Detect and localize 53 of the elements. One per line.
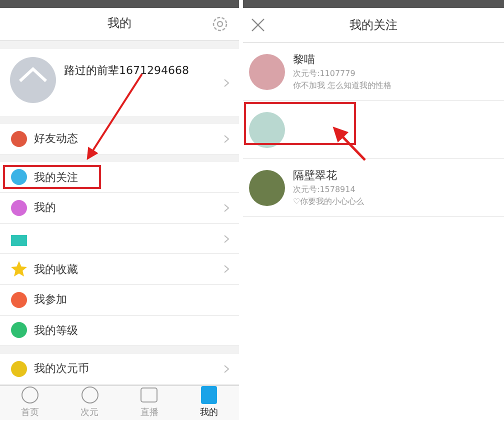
menu-icon [10,360,28,378]
menu-label: 我参加 [34,292,67,308]
screen-title: 我的关注 [350,16,398,34]
follow-item[interactable]: 隔壁翠花 次元号:1578914 ♡你要我的小心心么 [243,159,504,217]
user-name: 黎喵 [293,52,316,67]
menu-icon [10,130,28,148]
menu-row[interactable] [0,224,239,254]
menu-item[interactable]: 我的收藏 [0,254,239,285]
menu-item[interactable]: 我的等级 [0,316,239,346]
menu-icon [10,198,28,217]
screen-title: 我的 [108,15,132,32]
settings-icon[interactable] [211,14,229,33]
avatar-icon [249,112,285,148]
avatar-icon [249,170,285,206]
avatar-icon [10,56,56,103]
menu-item[interactable]: 我的 [0,193,239,224]
follow-item[interactable]: 黎喵 次元号:1107779 你不加我 怎么知道我的性格 [243,43,504,101]
chevron-icon [224,204,229,212]
star-icon [10,260,28,278]
tab-icon [139,386,160,404]
tab-icon [80,386,100,404]
chevron-icon [224,134,229,143]
chevron-icon [224,265,229,274]
close-icon[interactable] [251,18,265,32]
menu-icon [10,168,28,186]
chevron-icon [224,364,229,373]
user-id: 次元号:1578914 [293,184,356,195]
arrow [332,126,366,161]
tab-icon [20,386,40,404]
menu-label: 我的次元币 [34,361,89,376]
chevron-icon [224,234,229,243]
chevron-icon [224,78,229,87]
menu-icon [10,290,28,309]
menu-label: 我的等级 [34,322,78,338]
user-id: 次元号:1107779 [293,68,356,79]
menu-item[interactable]: 我的次元币 [0,354,239,385]
profile-row[interactable]: 路过的前辈1671294668 [0,48,239,116]
menu-label: 我的收藏 [34,262,78,277]
tab[interactable]: 我的 [179,386,239,420]
menu-item[interactable]: 我参加 [0,284,239,316]
follow-item[interactable] [243,101,504,159]
menu-label: 我的关注 [34,170,78,185]
menu-item[interactable]: 我的关注 [0,162,239,194]
user-name: 隔壁翠花 [293,168,338,183]
user-bio: ♡你要我的小心心么 [293,196,364,207]
menu-label: 我的 [34,200,56,216]
menu-label: 好友动态 [34,131,78,146]
user-bio: 你不加我 怎么知道我的性格 [293,80,392,91]
profile-name: 路过的前辈1671294668 [64,62,190,78]
avatar-icon [249,54,285,90]
tab-icon [199,386,220,404]
menu-icon [10,321,28,340]
menu-item[interactable]: 好友动态 [0,124,239,155]
